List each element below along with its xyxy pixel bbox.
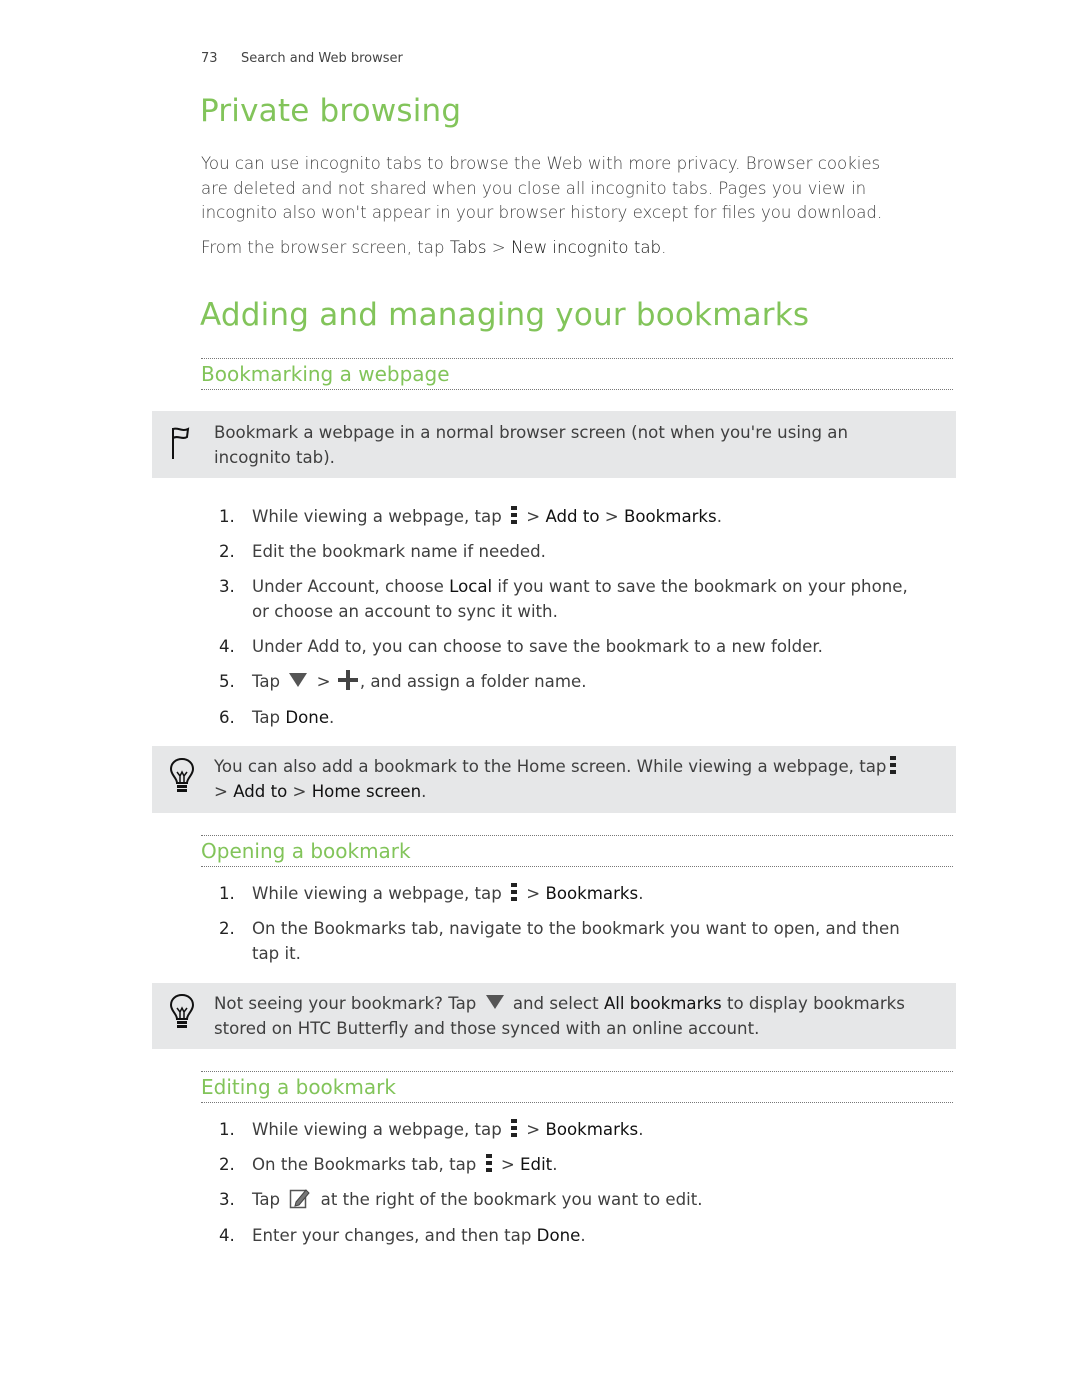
separator: > bbox=[599, 507, 624, 526]
section-title: Search and Web browser bbox=[241, 51, 403, 66]
tip-text: Not seeing your bookmark? Tap and select… bbox=[214, 991, 949, 1041]
page-number: 73 bbox=[201, 51, 218, 66]
instruction-text: From the browser screen, tap bbox=[201, 238, 450, 257]
subheading-editing: Editing a bookmark bbox=[201, 1071, 953, 1103]
step-number: 1. bbox=[219, 507, 235, 526]
separator: > bbox=[495, 1155, 521, 1174]
punctuation: . bbox=[661, 238, 667, 257]
plus-icon bbox=[337, 670, 358, 690]
ui-term-add-to: Add to bbox=[545, 507, 600, 526]
note-text: Bookmark a webpage in a normal browser s… bbox=[214, 420, 949, 470]
note-line: incognito tab). bbox=[214, 448, 335, 467]
separator: > bbox=[521, 884, 546, 903]
ui-term-bookmarks: Bookmarks bbox=[545, 1120, 639, 1139]
ui-term-home-screen: Home screen bbox=[311, 782, 422, 801]
ui-term-done: Done bbox=[285, 708, 330, 727]
menu-kebab-icon bbox=[485, 1154, 492, 1172]
ui-term-tabs: Tabs bbox=[449, 238, 487, 257]
dropdown-triangle-icon bbox=[289, 673, 308, 687]
ui-term-bookmarks: Bookmarks bbox=[623, 507, 717, 526]
punctuation: . bbox=[552, 1155, 558, 1174]
step-number: 2. bbox=[219, 919, 235, 938]
punctuation: . bbox=[580, 1226, 586, 1245]
menu-kebab-icon bbox=[511, 506, 518, 524]
punctuation: . bbox=[638, 1120, 644, 1139]
step-text: or choose an account to sync it with. bbox=[252, 602, 558, 621]
menu-kebab-icon bbox=[890, 756, 897, 774]
step-number: 1. bbox=[219, 884, 235, 903]
private-browsing-instruction: From the browser screen, tap Tabs > New … bbox=[201, 236, 961, 261]
ui-term-new-incognito-tab: New incognito tab bbox=[510, 238, 662, 257]
tip-box: Not seeing your bookmark? Tap and select… bbox=[152, 983, 956, 1049]
step-text: Edit the bookmark name if needed. bbox=[252, 542, 546, 561]
ui-term-bookmarks: Bookmarks bbox=[545, 884, 639, 903]
step-number: 1. bbox=[219, 1120, 235, 1139]
lightbulb-icon bbox=[169, 994, 195, 1028]
step-text: Under Account, choose bbox=[252, 577, 450, 596]
tip-line: You can also add a bookmark to the Home … bbox=[214, 757, 887, 776]
subheading-bookmarking: Bookmarking a webpage bbox=[201, 358, 953, 390]
subheading-opening: Opening a bookmark bbox=[201, 835, 953, 867]
step-text: tap it. bbox=[252, 944, 301, 963]
separator: > bbox=[486, 238, 511, 257]
step-text: at the right of the bookmark you want to… bbox=[315, 1190, 703, 1209]
step-text: While viewing a webpage, tap bbox=[252, 884, 508, 903]
step-number: 2. bbox=[219, 1155, 235, 1174]
step-number: 4. bbox=[219, 1226, 235, 1245]
paragraph-line: are deleted and not shared when you clos… bbox=[201, 178, 867, 198]
tip-text: You can also add a bookmark to the Home … bbox=[214, 754, 949, 804]
punctuation: . bbox=[329, 708, 335, 727]
ui-term-done: Done bbox=[536, 1226, 581, 1245]
step-text: On the Bookmarks tab, navigate to the bo… bbox=[252, 919, 900, 938]
separator: > bbox=[521, 1120, 546, 1139]
tip-line: Not seeing your bookmark? Tap bbox=[214, 994, 482, 1013]
punctuation: . bbox=[421, 782, 427, 801]
note-line: Bookmark a webpage in a normal browser s… bbox=[214, 423, 848, 442]
step-text: Tap bbox=[252, 672, 286, 691]
menu-kebab-icon bbox=[511, 1119, 518, 1137]
flag-icon bbox=[172, 427, 190, 459]
separator: > bbox=[287, 782, 312, 801]
step-text: Tap bbox=[252, 1190, 286, 1209]
ui-term-all-bookmarks: All bookmarks bbox=[603, 994, 722, 1013]
heading-private-browsing: Private browsing bbox=[200, 93, 462, 129]
tip-box: You can also add a bookmark to the Home … bbox=[152, 746, 956, 813]
step-text: Enter your changes, and then tap bbox=[252, 1226, 537, 1245]
paragraph-line: You can use incognito tabs to browse the… bbox=[201, 154, 881, 173]
dropdown-triangle-icon bbox=[485, 995, 504, 1009]
separator: > bbox=[521, 507, 546, 526]
tip-line: stored on HTC Butterfly and those synced… bbox=[214, 1019, 760, 1038]
ui-term-edit: Edit bbox=[520, 1155, 553, 1174]
step-number: 2. bbox=[219, 542, 235, 561]
edit-pencil-icon bbox=[290, 1189, 311, 1209]
step-text: On the Bookmarks tab, tap bbox=[252, 1155, 482, 1174]
step-number: 3. bbox=[219, 1190, 235, 1209]
punctuation: . bbox=[716, 507, 722, 526]
step-number: 5. bbox=[219, 672, 235, 691]
step-text: Under Add to, you can choose to save the… bbox=[252, 637, 823, 656]
tip-line: and select bbox=[507, 994, 604, 1013]
separator: > bbox=[214, 782, 234, 801]
private-browsing-paragraph: You can use incognito tabs to browse the… bbox=[201, 152, 961, 226]
step-text: While viewing a webpage, tap bbox=[252, 1120, 508, 1139]
step-number: 4. bbox=[219, 637, 235, 656]
step-text: , and assign a folder name. bbox=[359, 672, 587, 691]
menu-kebab-icon bbox=[511, 883, 518, 901]
ui-term-add-to: Add to bbox=[233, 782, 288, 801]
ui-term-local: Local bbox=[449, 577, 493, 596]
paragraph-line: incognito also won't appear in your brow… bbox=[201, 203, 883, 223]
running-header: 73 Search and Web browser bbox=[201, 51, 403, 66]
step-number: 6. bbox=[219, 708, 235, 727]
step-text: Tap bbox=[252, 708, 286, 727]
lightbulb-icon bbox=[169, 758, 195, 792]
tip-line: to display bookmarks bbox=[721, 994, 905, 1013]
separator: > bbox=[311, 672, 336, 691]
step-text: While viewing a webpage, tap bbox=[252, 507, 508, 526]
step-text: if you want to save the bookmark on your… bbox=[492, 577, 908, 596]
step-number: 3. bbox=[219, 577, 235, 596]
heading-bookmarks: Adding and managing your bookmarks bbox=[200, 297, 810, 333]
note-box: Bookmark a webpage in a normal browser s… bbox=[152, 411, 956, 478]
punctuation: . bbox=[638, 884, 644, 903]
